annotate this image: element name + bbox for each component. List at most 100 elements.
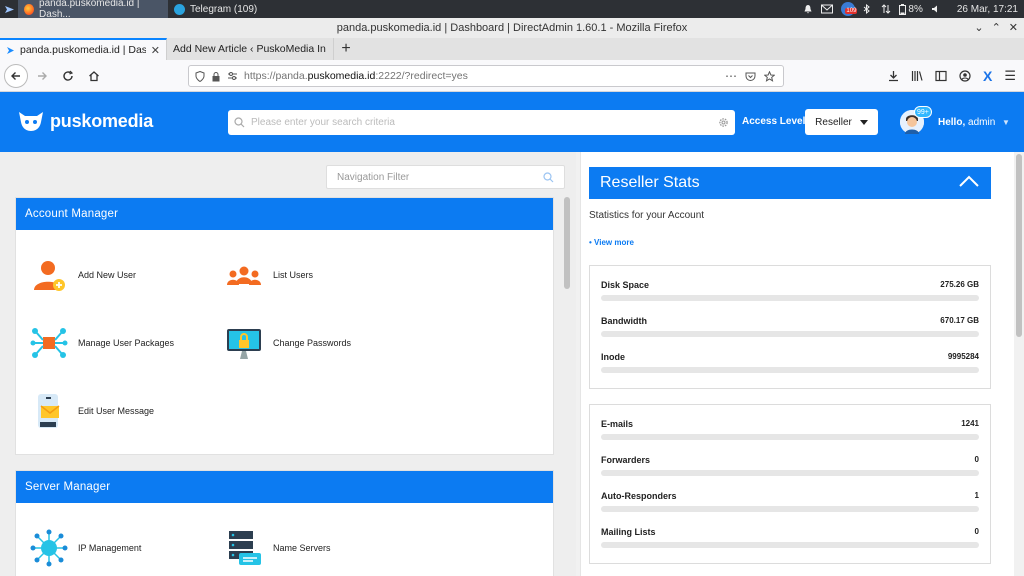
- manage-user-packages-link[interactable]: Manage User Packages: [30, 324, 174, 362]
- bluetooth-icon[interactable]: [863, 3, 873, 15]
- forward-button[interactable]: [30, 64, 54, 88]
- window-titlebar: panda.puskomedia.id | Dashboard | Direct…: [0, 18, 1024, 38]
- user-greeting[interactable]: Hello, admin ▼: [938, 117, 1010, 128]
- caret-down-icon: [859, 119, 868, 125]
- sidebar-toggle-icon[interactable]: [935, 70, 947, 82]
- bell-icon[interactable]: [803, 4, 813, 14]
- home-icon: [89, 70, 99, 81]
- greeting-username: admin: [968, 117, 996, 128]
- page-actions-icon[interactable]: ⋯: [725, 69, 737, 83]
- tab-label: Add New Article ‹ PuskoMedia In: [173, 43, 326, 55]
- download-icon[interactable]: [888, 70, 899, 82]
- extension-x-icon[interactable]: X: [983, 68, 992, 84]
- navigation-filter[interactable]: [326, 165, 565, 189]
- stat-label: Auto-Responders: [601, 491, 677, 501]
- item-label: Change Passwords: [273, 338, 352, 348]
- directadmin-favicon-icon: [7, 46, 14, 54]
- url-text[interactable]: https://panda.puskomedia.id:2222/?redire…: [244, 70, 468, 82]
- taskbar-item-label: Telegram (109): [190, 3, 258, 15]
- battery-indicator[interactable]: 8%: [899, 3, 923, 15]
- packages-icon: [30, 324, 68, 362]
- browser-tab-bar: panda.puskomedia.id | Dash ✕ Add New Art…: [0, 38, 1024, 60]
- shield-icon[interactable]: [195, 70, 205, 82]
- os-taskbar: panda.puskomedia.id | Dash... Telegram (…: [0, 0, 1024, 20]
- puskomedia-logo-icon: [19, 112, 43, 131]
- telegram-icon: [174, 3, 185, 15]
- bookmark-star-icon[interactable]: [764, 70, 775, 82]
- access-level-value: Reseller: [815, 116, 852, 128]
- view-more-link[interactable]: • View more: [589, 238, 634, 247]
- navigation-scrollbar[interactable]: [563, 197, 571, 576]
- stat-value: 9995284: [947, 352, 979, 361]
- account-manager-header[interactable]: Account Manager: [16, 198, 553, 230]
- system-clock[interactable]: 26 Mar, 17:21: [957, 4, 1018, 15]
- account-icon[interactable]: [959, 70, 971, 82]
- scrollbar-thumb[interactable]: [1016, 154, 1022, 337]
- stat-label: Bandwidth: [601, 316, 647, 326]
- brand-logo[interactable]: puskomedia: [16, 110, 153, 132]
- email-usage-card: E-mails 1241 Forwarders 0 Auto-Responders 1…: [589, 404, 991, 564]
- search-icon: [234, 117, 245, 128]
- notifications-badge[interactable]: 99+: [914, 106, 932, 118]
- close-tab-icon[interactable]: ✕: [151, 44, 160, 57]
- usage-bar: [601, 542, 979, 548]
- menu-hamburger-icon[interactable]: ☰: [1004, 68, 1016, 84]
- close-window-icon[interactable]: ✕: [1009, 21, 1018, 34]
- firefox-icon: [24, 3, 35, 15]
- item-label: IP Management: [78, 543, 142, 553]
- speaker-icon[interactable]: [931, 4, 941, 14]
- global-search[interactable]: [228, 110, 735, 135]
- maximize-icon[interactable]: ⌃: [992, 21, 1001, 34]
- dashboard-content: Account Manager Add New User List Users …: [0, 152, 1024, 576]
- access-level-label: Access Level: [742, 116, 806, 127]
- window-title: panda.puskomedia.id | Dashboard | Direct…: [336, 22, 688, 34]
- navigation-filter-input[interactable]: [337, 171, 543, 183]
- pocket-icon[interactable]: [745, 71, 756, 82]
- reload-icon: [63, 70, 74, 81]
- app-menu-icon[interactable]: [0, 0, 18, 18]
- users-group-icon: [225, 256, 263, 294]
- server-manager-header[interactable]: Server Manager: [16, 471, 553, 503]
- section-title: Account Manager: [25, 208, 119, 220]
- minimize-icon[interactable]: ⌄: [974, 21, 983, 34]
- name-servers-link[interactable]: Name Servers: [225, 529, 331, 567]
- home-button[interactable]: [82, 64, 106, 88]
- resource-usage-card: Disk Space 275.26 GB Bandwidth 670.17 GB I…: [589, 265, 991, 389]
- notification-counter-icon[interactable]: 109: [841, 2, 858, 16]
- battery-level: 8%: [908, 3, 923, 15]
- add-new-user-link[interactable]: Add New User: [30, 256, 136, 294]
- list-users-link[interactable]: List Users: [225, 256, 313, 294]
- ip-management-link[interactable]: IP Management: [30, 529, 141, 567]
- change-passwords-link[interactable]: Change Passwords: [225, 324, 351, 362]
- reseller-stats-header[interactable]: Reseller Stats: [589, 167, 991, 199]
- app-header: puskomedia Access Level Reseller 99+: [0, 92, 1024, 152]
- edit-user-message-link[interactable]: Edit User Message: [30, 392, 154, 430]
- url-bar[interactable]: https://panda.puskomedia.id:2222/?redire…: [188, 65, 784, 87]
- brand-name: puskomedia: [50, 110, 154, 131]
- item-label: List Users: [273, 270, 314, 280]
- access-level-select[interactable]: Reseller: [805, 109, 878, 135]
- server-icon: [225, 529, 263, 567]
- mail-icon[interactable]: [821, 4, 834, 14]
- lock-icon[interactable]: [211, 71, 221, 82]
- arrow-right-icon: [38, 71, 47, 80]
- page-scrollbar[interactable]: [1014, 152, 1024, 576]
- permissions-icon[interactable]: [227, 71, 238, 81]
- arrow-left-icon: [11, 71, 20, 80]
- usage-bar: [601, 367, 979, 373]
- reseller-stats-title: Reseller Stats: [600, 174, 700, 191]
- library-icon[interactable]: [911, 70, 923, 82]
- item-label: Edit User Message: [78, 406, 155, 416]
- search-input[interactable]: [251, 117, 712, 128]
- reload-button[interactable]: [56, 64, 80, 88]
- taskbar-item-firefox[interactable]: panda.puskomedia.id | Dash...: [18, 0, 168, 20]
- network-arrows-icon[interactable]: [881, 4, 891, 14]
- settings-gear-icon[interactable]: [718, 117, 729, 128]
- back-button[interactable]: [4, 63, 28, 88]
- browser-tab-dashboard[interactable]: panda.puskomedia.id | Dash ✕: [0, 38, 167, 60]
- scrollbar-thumb[interactable]: [564, 197, 570, 289]
- taskbar-item-telegram[interactable]: Telegram (109): [168, 0, 263, 18]
- new-tab-button[interactable]: +: [334, 38, 358, 60]
- collapse-chevron-up-icon[interactable]: [959, 174, 979, 188]
- browser-tab-add-article[interactable]: Add New Article ‹ PuskoMedia In: [167, 38, 334, 60]
